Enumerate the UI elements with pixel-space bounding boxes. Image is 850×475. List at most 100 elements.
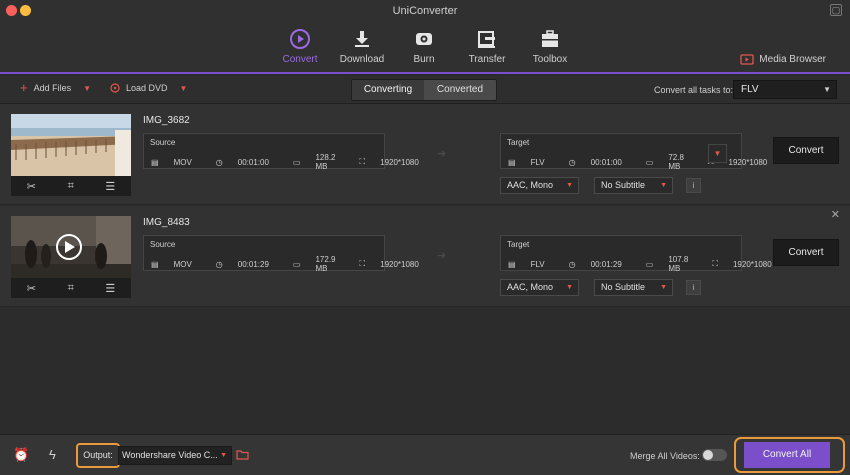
converting-converted-tabs: Converting Converted bbox=[351, 79, 497, 101]
task-file-name: IMG_8483 bbox=[143, 217, 190, 228]
chevron-down-icon: ▼ bbox=[660, 182, 667, 189]
close-icon[interactable]: ✕ bbox=[831, 208, 840, 221]
nav-transfer-label: Transfer bbox=[468, 54, 506, 65]
task-row: ✕ ✂ ⌗ ☰ IMG_8483 Source ▤ MOV ◷ 00:01:29… bbox=[0, 206, 850, 307]
adjust-icon[interactable]: ☰ bbox=[105, 282, 115, 295]
chevron-down-icon: ▼ bbox=[823, 85, 831, 94]
source-format: MOV bbox=[173, 157, 192, 167]
download-icon bbox=[355, 31, 369, 47]
scissors-icon[interactable]: ✂ bbox=[27, 180, 36, 193]
thumbnail-image bbox=[11, 216, 131, 278]
target-resolution: 1920*1080 bbox=[728, 157, 768, 167]
open-folder-icon[interactable] bbox=[236, 449, 249, 463]
media-browser-icon bbox=[740, 54, 754, 65]
audio-select[interactable]: AAC, Mono ▼ bbox=[500, 279, 579, 296]
nav-convert[interactable]: Convert bbox=[269, 26, 331, 65]
source-size: 128.2 MB bbox=[315, 153, 336, 171]
folder-icon: ▭ bbox=[292, 157, 301, 167]
output-label: Output: bbox=[76, 443, 120, 468]
chevron-down-icon: ▼ bbox=[660, 284, 667, 291]
video-thumbnail[interactable]: ✂ ⌗ ☰ bbox=[11, 114, 131, 196]
chevron-down-icon: ▼ bbox=[566, 284, 573, 291]
toggle-knob bbox=[703, 450, 713, 460]
target-format: FLV bbox=[530, 157, 545, 167]
convert-all-button[interactable]: Convert All bbox=[744, 442, 830, 468]
nav-download[interactable]: Download bbox=[331, 26, 393, 65]
nav-download-label: Download bbox=[339, 54, 385, 65]
output-path-value: Wondershare Video C... bbox=[122, 450, 218, 460]
crop-icon[interactable]: ⌗ bbox=[68, 180, 74, 193]
crop-icon[interactable]: ⌗ bbox=[68, 282, 74, 295]
fullscreen-button[interactable]: ▢ bbox=[830, 4, 842, 16]
title-bar: UniConverter ▢ bbox=[0, 0, 850, 22]
toolbar: + Add Files ▼ Load DVD ▼ Converting Conv… bbox=[0, 76, 850, 104]
subtitle-select[interactable]: No Subtitle ▼ bbox=[594, 279, 673, 296]
tab-converting[interactable]: Converting bbox=[352, 80, 424, 100]
load-dvd-button[interactable]: Load DVD ▼ bbox=[110, 83, 187, 93]
target-info-box[interactable]: Target ▤ FLV ◷ 00:01:29 ▭ 107.8 MB ⛶ 1920*10… bbox=[500, 235, 772, 273]
convert-button[interactable]: Convert bbox=[773, 137, 839, 164]
output-path-select[interactable]: Wondershare Video C... ▼ bbox=[118, 446, 232, 465]
target-duration: 00:01:29 bbox=[590, 259, 622, 269]
source-duration: 00:01:00 bbox=[237, 157, 269, 167]
load-dvd-label: Load DVD bbox=[126, 83, 168, 93]
task-row: ✂ ⌗ ☰ IMG_3682 Source ▤ MOV ◷ 00:01:00 ▭ 12… bbox=[0, 104, 850, 205]
task-file-name: IMG_3682 bbox=[143, 115, 190, 126]
target-format-dropdown[interactable]: ▼ bbox=[708, 144, 727, 163]
dvd-icon bbox=[110, 83, 120, 93]
transfer-icon bbox=[478, 31, 495, 48]
source-size: 172.9 MB bbox=[315, 255, 336, 273]
add-files-button[interactable]: + Add Files ▼ bbox=[20, 81, 91, 94]
nav-convert-label: Convert bbox=[282, 54, 318, 65]
target-info-box[interactable]: Target ▤FLV ◷00:01:00 ▭72.8 MB ⛶1920*108… bbox=[500, 133, 767, 171]
main-nav: Convert Download Burn Transfer Toolbox M… bbox=[0, 22, 850, 74]
nav-transfer[interactable]: Transfer bbox=[456, 26, 518, 65]
clock-icon: ◷ bbox=[215, 259, 223, 269]
chevron-down-icon[interactable]: ▼ bbox=[180, 84, 188, 93]
audio-value: AAC, Mono bbox=[507, 180, 554, 190]
thumbnail-tools: ✂ ⌗ ☰ bbox=[11, 278, 131, 298]
source-caption: Source bbox=[150, 240, 176, 249]
source-info-box: Source ▤ MOV ◷ 00:01:29 ▭ 172.9 MB ⛶ 1920*10… bbox=[143, 235, 419, 273]
speed-bolt-icon[interactable]: ϟ bbox=[49, 447, 56, 462]
audio-value: AAC, Mono bbox=[507, 282, 554, 292]
chevron-down-icon: ▼ bbox=[220, 452, 227, 459]
arrow-right-icon: ➜ bbox=[437, 148, 447, 160]
convert-play-icon bbox=[290, 29, 310, 49]
video-thumbnail[interactable]: ✂ ⌗ ☰ bbox=[11, 216, 131, 298]
source-resolution: 1920*1080 bbox=[380, 259, 419, 269]
convert-button[interactable]: Convert bbox=[773, 239, 839, 266]
chevron-down-icon[interactable]: ▼ bbox=[83, 84, 91, 93]
source-duration: 00:01:29 bbox=[237, 259, 269, 269]
tab-converted[interactable]: Converted bbox=[424, 80, 496, 100]
merge-all-videos-label: Merge All Videos: bbox=[630, 451, 700, 461]
subtitle-select[interactable]: No Subtitle ▼ bbox=[594, 177, 673, 194]
nav-toolbox[interactable]: Toolbox bbox=[519, 26, 581, 65]
source-info-box: Source ▤ MOV ◷ 00:01:00 ▭ 128.2 MB ⛶ 1920*10… bbox=[143, 133, 419, 171]
schedule-alarm-icon[interactable]: ⏰ bbox=[13, 447, 29, 463]
target-format: FLV bbox=[530, 259, 545, 269]
film-icon: ▤ bbox=[151, 259, 159, 269]
convert-all-format-select[interactable]: FLV ▼ bbox=[733, 80, 837, 99]
target-resolution: 1920*1080 bbox=[732, 259, 772, 269]
merge-toggle[interactable] bbox=[702, 449, 727, 461]
info-button[interactable]: i bbox=[686, 280, 701, 295]
convert-all-tasks-label: Convert all tasks to: bbox=[654, 85, 734, 95]
clock-icon: ◷ bbox=[568, 259, 576, 269]
chevron-down-icon: ▼ bbox=[566, 182, 573, 189]
thumbnail-image bbox=[11, 114, 131, 176]
nav-burn[interactable]: Burn bbox=[393, 26, 455, 65]
subtitle-value: No Subtitle bbox=[601, 180, 646, 190]
adjust-icon[interactable]: ☰ bbox=[105, 180, 115, 193]
disc-icon bbox=[416, 33, 432, 45]
info-button[interactable]: i bbox=[686, 178, 701, 193]
app-title: UniConverter bbox=[392, 5, 458, 17]
add-files-label: Add Files bbox=[33, 83, 72, 93]
clock-icon: ◷ bbox=[568, 157, 576, 167]
task-list: ✂ ⌗ ☰ IMG_3682 Source ▤ MOV ◷ 00:01:00 ▭ 12… bbox=[0, 104, 850, 434]
resolution-icon: ⛶ bbox=[712, 259, 718, 268]
scissors-icon[interactable]: ✂ bbox=[27, 282, 36, 295]
media-browser-button[interactable]: Media Browser bbox=[740, 53, 826, 65]
source-caption: Source bbox=[150, 138, 176, 147]
audio-select[interactable]: AAC, Mono ▼ bbox=[500, 177, 579, 194]
